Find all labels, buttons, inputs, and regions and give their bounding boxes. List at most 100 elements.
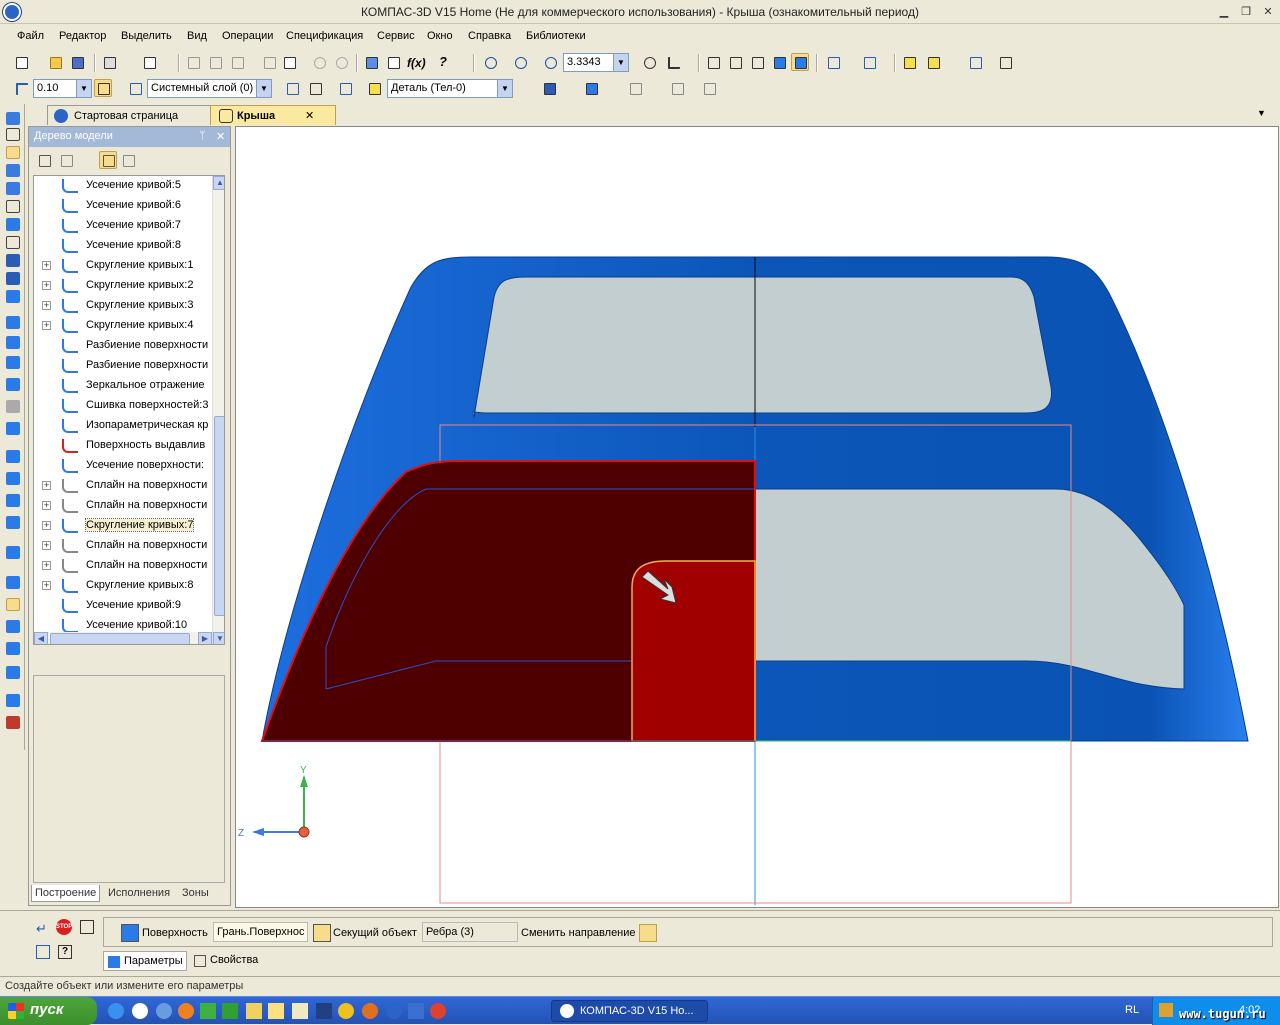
menu-window[interactable]: Окно (427, 30, 453, 42)
print-icon[interactable] (100, 53, 118, 71)
model-canvas[interactable]: Y Z (236, 127, 1278, 907)
zoom-scale-icon[interactable] (541, 53, 559, 71)
tree-item[interactable]: + Скругление кривых:2 (34, 276, 210, 296)
surfaces-icon[interactable] (6, 146, 20, 159)
editing-icon[interactable] (6, 112, 20, 125)
menu-operations[interactable]: Операции (222, 30, 273, 42)
tree-item[interactable]: Усечение поверхности: (34, 456, 210, 476)
expand-icon[interactable]: + (42, 561, 51, 570)
cutting-object[interactable] (631, 560, 756, 742)
create-object-icon[interactable]: ↵ (36, 921, 52, 936)
app-icon-4[interactable] (338, 1003, 354, 1019)
kompas-quick-icon[interactable] (386, 1003, 402, 1019)
side-glass[interactable] (754, 488, 1185, 690)
menu-help[interactable]: Справка (468, 30, 511, 42)
format-brush-icon[interactable] (260, 53, 278, 71)
stop-icon[interactable]: STOP (56, 919, 72, 935)
scroll-up-icon[interactable]: ▲ (213, 176, 224, 190)
part-combo[interactable]: Деталь (Тел-0) ▼ (387, 79, 513, 98)
change-direction-icon[interactable] (639, 924, 657, 942)
snap-step-icon[interactable] (12, 79, 30, 97)
expand-icon[interactable]: + (42, 321, 51, 330)
cutting-object-field[interactable]: Ребра (3) (422, 922, 518, 942)
expand-icon[interactable]: + (42, 281, 51, 290)
tree-item[interactable]: Усечение кривой:9 (34, 596, 210, 616)
tree-item[interactable]: Разбиение поверхности (34, 356, 210, 376)
tab-roof[interactable]: Крыша ✕ (210, 105, 336, 125)
delete-face-icon[interactable] (6, 666, 20, 679)
shaded-edges-icon[interactable] (791, 53, 809, 71)
close-icon[interactable]: ✕ (305, 109, 314, 122)
docs-icon[interactable] (996, 53, 1014, 71)
menu-specification[interactable]: Спецификация (286, 30, 363, 42)
tree-history-icon[interactable] (119, 151, 137, 169)
app-icon-2[interactable] (222, 1003, 238, 1019)
tabs-menu-chevron-icon[interactable]: ▼ (1257, 108, 1266, 118)
thin-hidden-icon[interactable] (748, 53, 766, 71)
tree-order-icon[interactable] (99, 151, 117, 169)
tree-item[interactable]: Сшивка поверхностей:3 (34, 396, 210, 416)
zoom-window-icon[interactable] (481, 53, 499, 71)
chevron-down-icon[interactable]: ▼ (76, 80, 91, 97)
auto-create-icon[interactable] (36, 945, 50, 959)
arrays-icon[interactable] (6, 164, 20, 177)
tree-item[interactable]: Поверхность выдавлив (34, 436, 210, 456)
tree-item[interactable]: Зеркальное отражение (34, 376, 210, 396)
chevron-down-icon[interactable]: ▼ (256, 80, 271, 97)
tab-zones[interactable]: Зоны (179, 885, 212, 902)
app-icon-5[interactable] (362, 1003, 378, 1019)
expand-icon[interactable]: + (42, 541, 51, 550)
kinematic-icon[interactable] (6, 356, 20, 369)
trim-icon[interactable] (6, 546, 20, 559)
expand-icon[interactable]: + (42, 301, 51, 310)
tree-item[interactable]: Усечение кривой:6 (34, 196, 210, 216)
minimize-icon[interactable]: ▁ (1216, 5, 1232, 19)
snap-icon[interactable] (94, 79, 112, 97)
section-icon[interactable] (582, 79, 600, 97)
help-icon[interactable]: ? (58, 945, 72, 959)
shaded-icon[interactable] (770, 53, 788, 71)
tree-horizontal-scrollbar[interactable]: ◀ ▶ (34, 632, 212, 644)
layer-icon[interactable] (126, 79, 144, 97)
dimension-icon[interactable] (700, 79, 718, 97)
tab-start-page[interactable]: Стартовая страница (47, 105, 227, 125)
save-icon[interactable] (68, 53, 86, 71)
menu-editor[interactable]: Редактор (59, 30, 106, 42)
tree-list-icon[interactable] (57, 151, 75, 169)
expand-icon[interactable]: + (42, 501, 51, 510)
tree-item[interactable]: + Скругление кривых:4 (34, 316, 210, 336)
tab-params[interactable]: Параметры (103, 951, 187, 971)
fill-icon[interactable] (6, 620, 20, 633)
preview-icon[interactable] (140, 53, 158, 71)
help-pointer-icon[interactable]: ? (435, 53, 453, 71)
part-icon[interactable] (900, 53, 918, 71)
tree-item[interactable]: Усечение кривой:5 (34, 176, 210, 196)
tree-item[interactable]: Изопараметрическая кр (34, 416, 210, 436)
elements-icon[interactable] (6, 272, 20, 285)
tray-icon[interactable] (1159, 1003, 1173, 1017)
tab-build[interactable]: Построение (31, 885, 101, 902)
menu-libraries[interactable]: Библиотеки (526, 30, 586, 42)
library-icon[interactable] (966, 53, 984, 71)
variables-icon[interactable] (384, 53, 402, 71)
manager-icon[interactable] (362, 53, 380, 71)
open-folder-icon[interactable] (46, 53, 64, 71)
firefox-icon[interactable] (178, 1003, 194, 1019)
step-combo[interactable]: 0.10 ▼ (33, 79, 92, 98)
surface-select-icon[interactable] (121, 924, 139, 942)
tree-vertical-scrollbar[interactable]: ▲ ▼ (212, 176, 224, 644)
expand-icon[interactable]: + (42, 581, 51, 590)
cut-icon[interactable] (184, 53, 202, 71)
tree-item[interactable]: Усечение кривой:7 (34, 216, 210, 236)
tree-structure-icon[interactable] (35, 151, 53, 169)
part-tree-icon[interactable] (365, 79, 383, 97)
local-cs-icon[interactable] (283, 79, 301, 97)
app-icon-1[interactable] (200, 1003, 216, 1019)
tab-versions[interactable]: Исполнения (105, 885, 173, 902)
mesh-icon[interactable] (6, 422, 20, 435)
menu-service[interactable]: Сервис (377, 30, 415, 42)
scroll-thumb[interactable] (214, 416, 224, 616)
media-player-icon[interactable] (132, 1003, 148, 1019)
app-icon-3[interactable] (316, 1003, 332, 1019)
spec-icon[interactable] (6, 236, 20, 249)
